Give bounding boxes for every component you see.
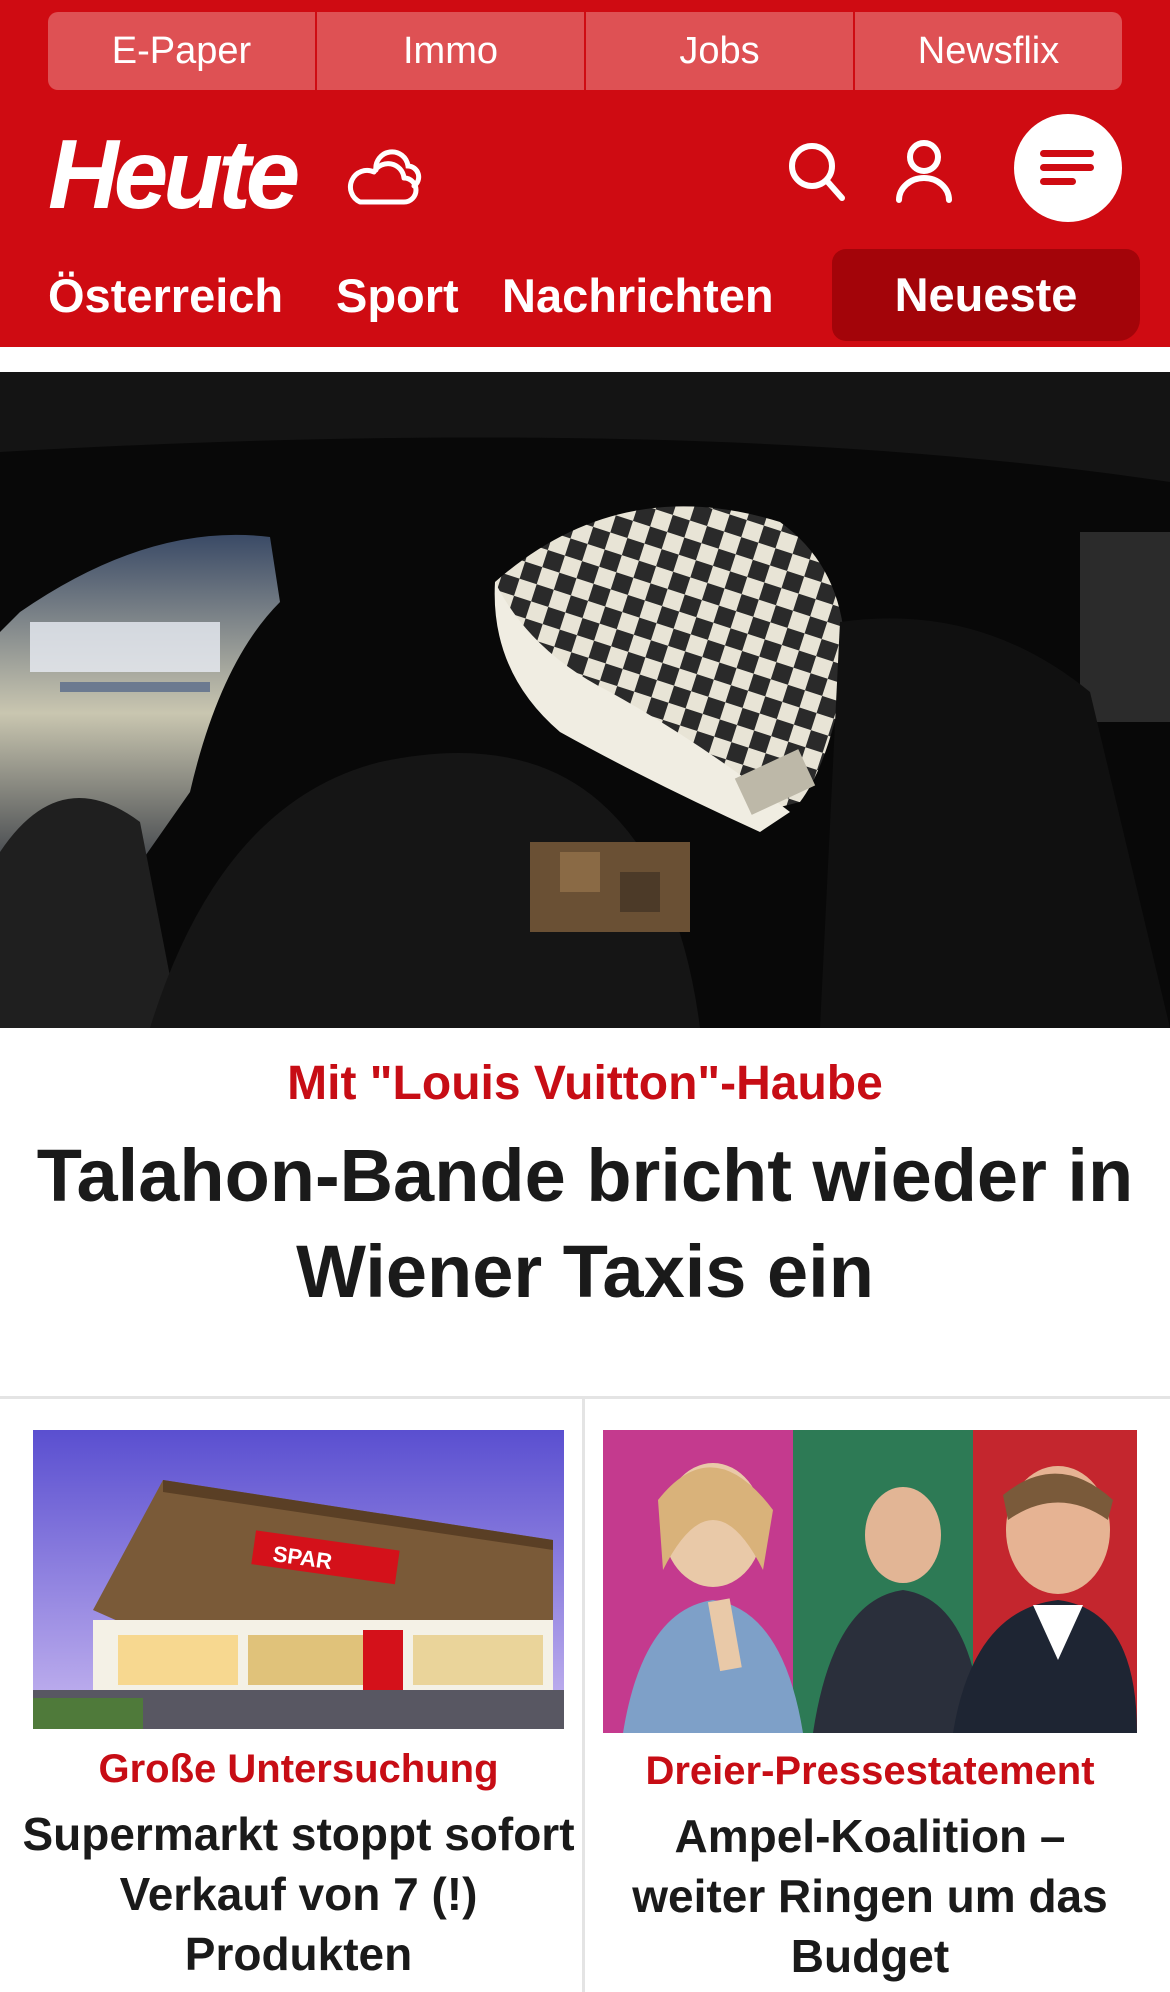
nav-item-nachrichten[interactable]: Nachrichten — [502, 245, 774, 347]
hero-kicker[interactable]: Mit "Louis Vuitton"-Haube — [0, 1054, 1170, 1114]
hero-photo-illustration — [0, 372, 1170, 1028]
article-card-image-supermarket[interactable]: SPAR — [33, 1430, 564, 1729]
top-link-immo[interactable]: Immo — [317, 12, 586, 90]
nav-item-neueste[interactable]: Neueste — [832, 249, 1140, 341]
top-link-epaper[interactable]: E-Paper — [48, 12, 317, 90]
top-links-bar: E-Paper Immo Jobs Newsflix — [48, 12, 1122, 90]
hamburger-menu-icon — [1040, 150, 1094, 185]
article-card-image-politics[interactable] — [603, 1430, 1137, 1733]
top-link-jobs[interactable]: Jobs — [586, 12, 855, 90]
main-nav: Österreich Sport Nachrichten Neueste — [0, 245, 1170, 347]
top-link-newsflix[interactable]: Newsflix — [855, 12, 1122, 90]
brand-row: Heute — [0, 110, 1170, 230]
card-kicker-2[interactable]: Dreier-Pressestatement — [603, 1745, 1137, 1797]
menu-button[interactable] — [1014, 114, 1122, 222]
nav-item-sport[interactable]: Sport — [336, 245, 459, 347]
column-divider — [582, 1399, 585, 1992]
hero-article-image[interactable] — [0, 372, 1170, 1028]
user-icon[interactable] — [894, 138, 954, 204]
site-header: E-Paper Immo Jobs Newsflix Heute — [0, 0, 1170, 247]
search-icon[interactable] — [786, 140, 846, 204]
site-logo[interactable]: Heute — [48, 124, 300, 224]
section-divider — [0, 1396, 1170, 1399]
politicians-photo-illustration — [603, 1430, 1137, 1733]
supermarket-photo-illustration: SPAR — [33, 1430, 564, 1729]
cloud-weather-icon[interactable] — [346, 148, 422, 212]
card-title-2[interactable]: Ampel-Koalition – weiter Ringen um das B… — [603, 1806, 1137, 1986]
hero-title[interactable]: Talahon-Bande bricht wieder in Wiener Ta… — [30, 1128, 1140, 1320]
card-kicker-1[interactable]: Große Untersuchung — [33, 1743, 564, 1795]
card-title-1[interactable]: Supermarkt stoppt sofort Verkauf von 7 (… — [20, 1804, 577, 1984]
nav-item-oesterreich[interactable]: Österreich — [48, 245, 283, 347]
